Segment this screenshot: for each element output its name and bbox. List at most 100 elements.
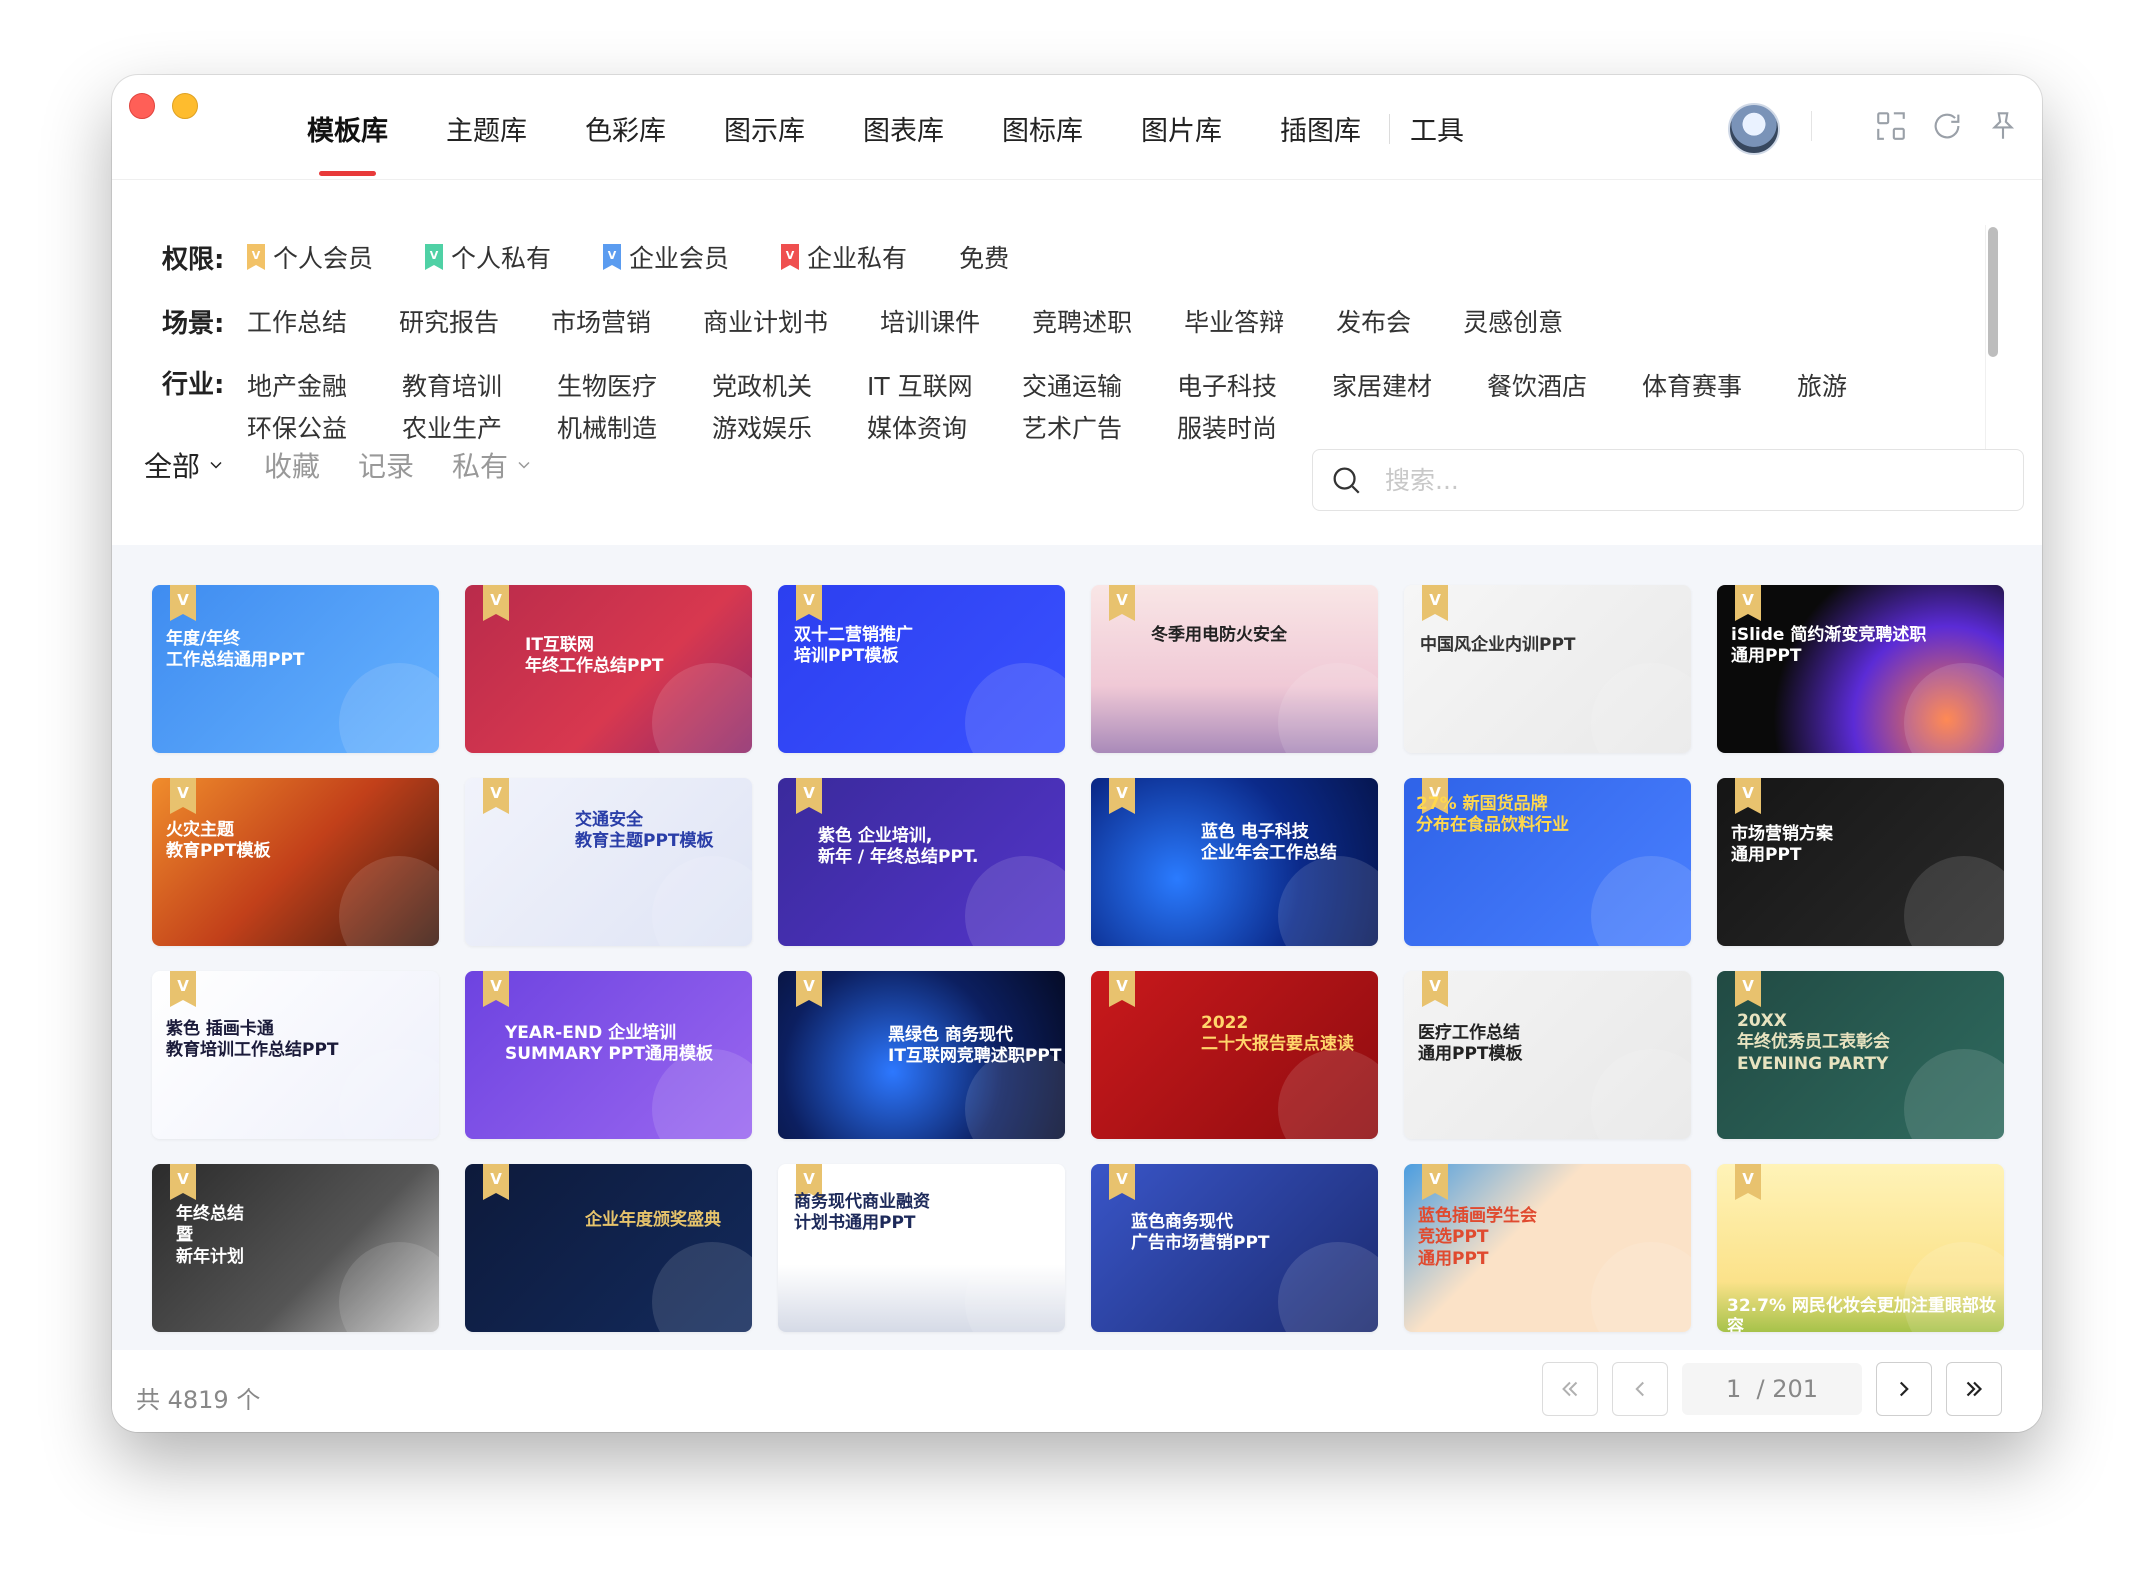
refresh-icon[interactable]: [1930, 109, 1964, 143]
template-card[interactable]: V 年终总结 暨 新年计划: [152, 1164, 439, 1332]
template-card[interactable]: ViSlide 简约渐变竞聘述职 通用PPT: [1717, 585, 2004, 753]
next-page-button[interactable]: [1876, 1362, 1932, 1416]
industry-item[interactable]: 旅游: [1797, 367, 1952, 403]
industry-item[interactable]: 游戏娱乐: [712, 409, 867, 445]
industry-item[interactable]: 生物医疗: [557, 367, 712, 403]
template-card[interactable]: V 蓝色商务现代 广告市场营销PPT: [1091, 1164, 1378, 1332]
search-box[interactable]: [1312, 449, 2024, 511]
template-card[interactable]: V 医疗工作总结 通用PPT模板: [1404, 971, 1691, 1139]
tab-item[interactable]: 图示库: [724, 109, 805, 148]
first-page-button[interactable]: [1542, 1362, 1598, 1416]
template-card[interactable]: V 黑绿色 商务现代 IT互联网竞聘述职PPT: [778, 971, 1065, 1139]
page-indicator[interactable]: 1 / 201: [1682, 1363, 1862, 1415]
all-dropdown[interactable]: 全部: [144, 445, 226, 485]
tab-item[interactable]: 插图库: [1280, 109, 1361, 148]
tab-item[interactable]: 主题库: [446, 109, 527, 148]
tab-item[interactable]: 图表库: [863, 109, 944, 148]
svg-text:V: V: [252, 249, 261, 262]
template-card[interactable]: V 32.7% 网民化妆会更加注重眼部妆容: [1717, 1164, 2004, 1332]
category-bar: 全部 收藏 记录 私有: [144, 435, 572, 495]
tab-item[interactable]: 色彩库: [585, 109, 666, 148]
app-window: 模板库 主题库 色彩库 图示库 图表库 图标库 图片库 插图库 工具 权限: V 个人会员 V 个人私…: [112, 75, 2042, 1432]
tab-item[interactable]: 图片库: [1141, 109, 1222, 148]
template-card[interactable]: V YEAR-END 企业培训 SUMMARY PPT通用模板: [465, 971, 752, 1139]
avatar[interactable]: [1728, 103, 1780, 155]
template-card[interactable]: V IT互联网 年终工作总结PPT: [465, 585, 752, 753]
prev-page-button[interactable]: [1612, 1362, 1668, 1416]
search-input[interactable]: [1383, 464, 2023, 496]
industry-item[interactable]: 党政机关: [712, 367, 867, 403]
template-card[interactable]: V 企业年度颁奖盛典: [465, 1164, 752, 1332]
permission-item[interactable]: V 个人私有: [425, 239, 551, 275]
industry-item[interactable]: 餐饮酒店: [1487, 367, 1642, 403]
industry-item[interactable]: 服装时尚: [1177, 409, 1332, 445]
template-card[interactable]: V 中国风企业内训PPT: [1404, 585, 1691, 753]
vip-badge-icon: V: [483, 1164, 509, 1200]
template-card[interactable]: V 冬季用电防火安全: [1091, 585, 1378, 753]
vip-badge-icon: V: [796, 971, 822, 1007]
industry-item[interactable]: 艺术广告: [1022, 409, 1177, 445]
tab-item[interactable]: 工具: [1410, 109, 1464, 148]
permission-item[interactable]: 免费: [959, 239, 1009, 275]
industry-item[interactable]: 媒体资询: [867, 409, 1022, 445]
vip-badge-icon: V: [1109, 585, 1135, 621]
template-card[interactable]: V 2022 二十大报告要点速读: [1091, 971, 1378, 1139]
vip-badge-icon: V: [170, 1164, 196, 1200]
tab-item[interactable]: 模板库: [307, 109, 388, 176]
industry-item[interactable]: 机械制造: [557, 409, 712, 445]
scene-item[interactable]: 竞聘述职: [1032, 303, 1132, 339]
scene-item[interactable]: 毕业答辩: [1184, 303, 1284, 339]
member-badge-icon: V: [603, 244, 622, 270]
industry-item[interactable]: 教育培训: [402, 367, 557, 403]
template-card[interactable]: V 市场营销方案 通用PPT: [1717, 778, 2004, 946]
scene-item[interactable]: 培训课件: [880, 303, 980, 339]
template-card[interactable]: V 蓝色 电子科技 企业年会工作总结: [1091, 778, 1378, 946]
industry-item[interactable]: 交通运输: [1022, 367, 1177, 403]
template-card[interactable]: V 商务现代商业融资 计划书通用PPT: [778, 1164, 1065, 1332]
private-dropdown[interactable]: 私有: [452, 445, 534, 485]
permission-item[interactable]: V 企业会员: [603, 239, 729, 275]
template-card-title: 蓝色插画学生会 竞选PPT 通用PPT: [1418, 1206, 1537, 1269]
template-card-title: 冬季用电防火安全: [1151, 625, 1287, 645]
template-card[interactable]: V 年度/年终 工作总结通用PPT: [152, 585, 439, 753]
vip-badge-icon: V: [1422, 971, 1448, 1007]
permission-items: V 个人会员 V 个人私有 V 企业会员 V 企业私有 免费: [247, 239, 1061, 275]
permission-item[interactable]: V 个人会员: [247, 239, 373, 275]
last-page-button[interactable]: [1946, 1362, 2002, 1416]
scene-item[interactable]: 市场营销: [551, 303, 651, 339]
template-card[interactable]: V 交通安全 教育主题PPT模板: [465, 778, 752, 946]
template-card[interactable]: V 双十二营销推广 培训PPT模板: [778, 585, 1065, 753]
favorites-tab[interactable]: 收藏: [264, 445, 320, 485]
industry-item[interactable]: 家居建材: [1332, 367, 1487, 403]
search-icon: [1333, 467, 1360, 494]
scene-item[interactable]: 灵感创意: [1463, 303, 1563, 339]
scene-label: 场景:: [162, 308, 225, 339]
member-badge-icon: V: [425, 244, 444, 270]
svg-text:V: V: [177, 1170, 189, 1188]
template-card[interactable]: V 27% 新国货品牌 分布在食品饮料行业: [1404, 778, 1691, 946]
template-card-title: 紫色 企业培训, 新年 / 年终总结PPT.: [818, 826, 979, 868]
svg-text:V: V: [490, 977, 502, 995]
industry-item[interactable]: IT 互联网: [867, 367, 1022, 403]
scene-item[interactable]: 商业计划书: [703, 303, 828, 339]
top-nav: 模板库 主题库 色彩库 图示库 图表库 图标库 图片库 插图库 工具: [112, 75, 2042, 180]
template-card-title: 火灾主题 教育PPT模板: [166, 820, 271, 862]
tab-item[interactable]: 图标库: [1002, 109, 1083, 148]
template-card[interactable]: V 紫色 企业培训, 新年 / 年终总结PPT.: [778, 778, 1065, 946]
industry-item[interactable]: 地产金融: [247, 367, 402, 403]
pin-icon[interactable]: [1986, 109, 2020, 143]
layout-icon[interactable]: [1874, 109, 1908, 143]
template-card[interactable]: V 20XX 年终优秀员工表彰会 EVENING PARTY: [1717, 971, 2004, 1139]
template-card[interactable]: V 蓝色插画学生会 竞选PPT 通用PPT: [1404, 1164, 1691, 1332]
permission-item[interactable]: V 企业私有: [781, 239, 907, 275]
scene-item[interactable]: 发布会: [1336, 303, 1411, 339]
industry-item[interactable]: 体育赛事: [1642, 367, 1797, 403]
scene-item[interactable]: 研究报告: [399, 303, 499, 339]
vip-badge-icon: V: [170, 971, 196, 1007]
industry-item[interactable]: 电子科技: [1177, 367, 1332, 403]
records-tab[interactable]: 记录: [358, 445, 414, 485]
template-card[interactable]: V 火灾主题 教育PPT模板: [152, 778, 439, 946]
template-card[interactable]: V 紫色 插画卡通 教育培训工作总结PPT: [152, 971, 439, 1139]
scene-item[interactable]: 工作总结: [247, 303, 347, 339]
filter-scrollbar[interactable]: [1988, 227, 1998, 357]
